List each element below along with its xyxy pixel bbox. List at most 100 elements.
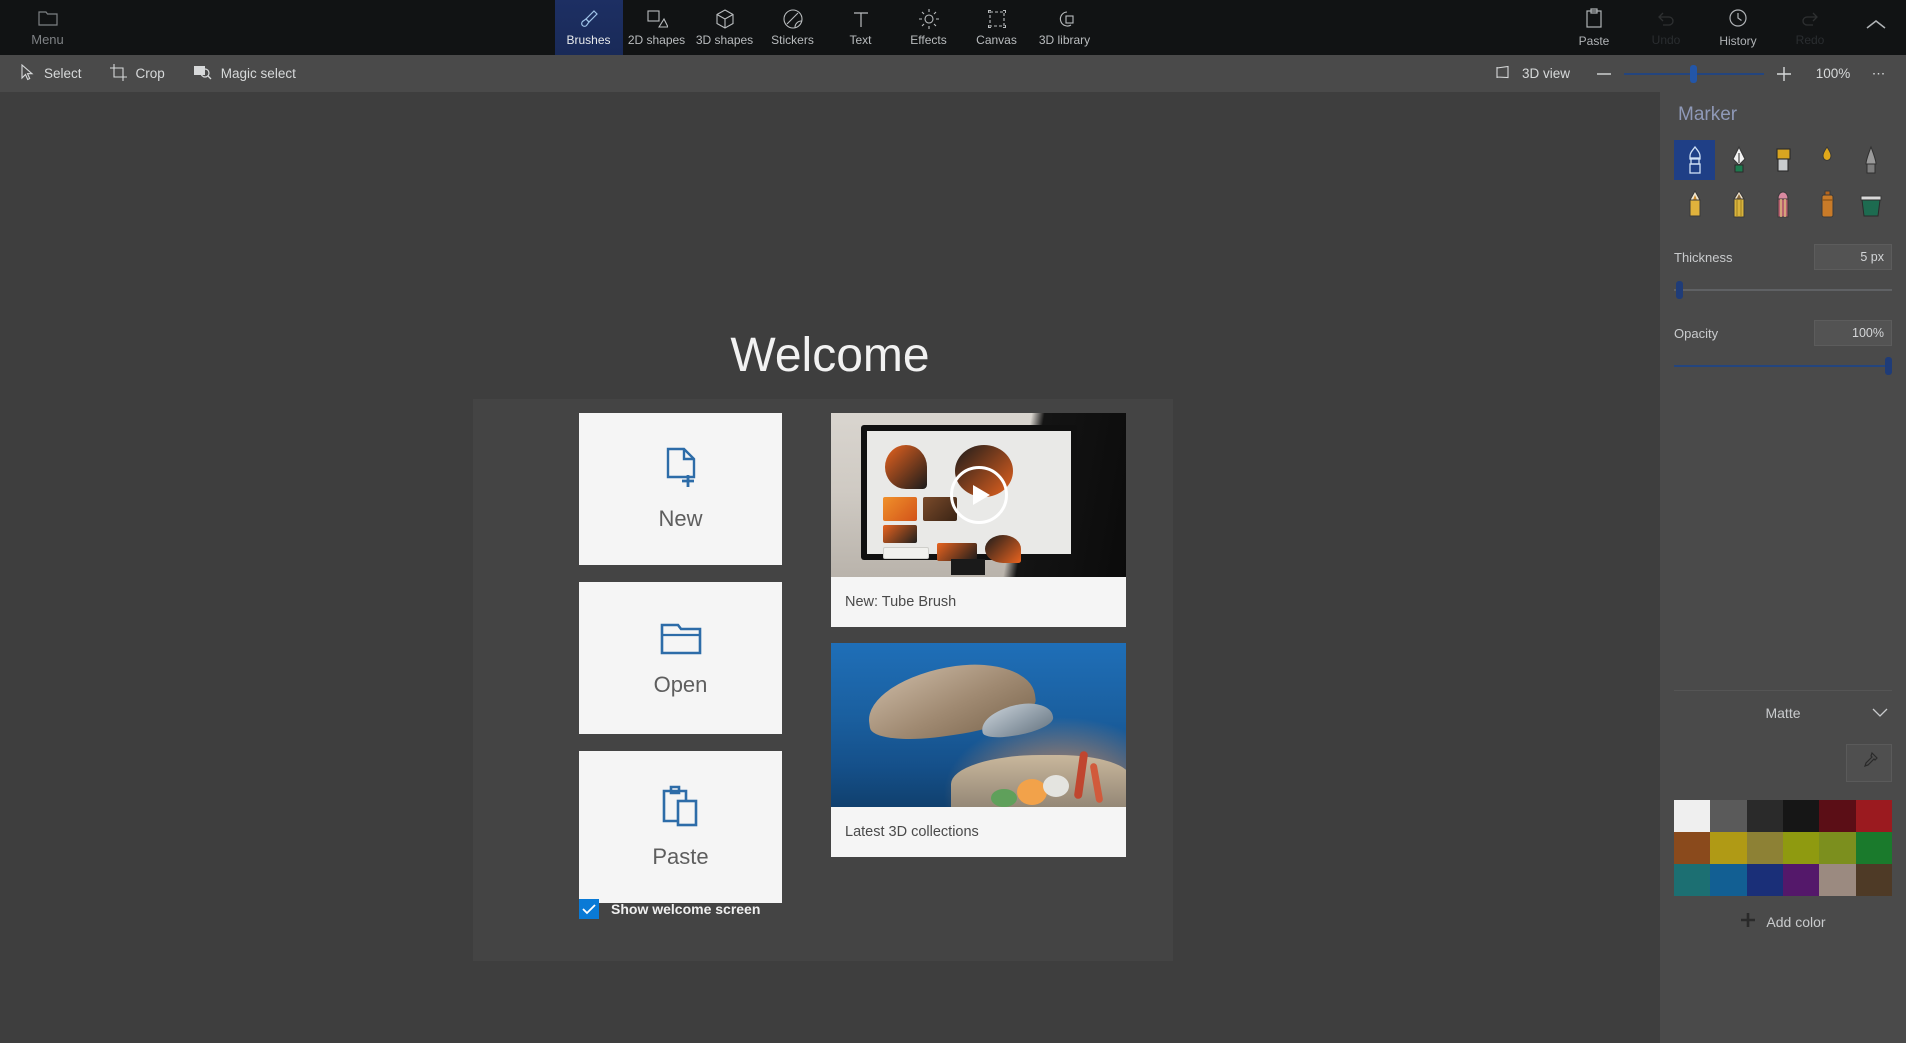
undo-button[interactable]: Undo (1630, 0, 1702, 55)
thickness-value[interactable]: 5 px (1814, 244, 1892, 270)
color-palette (1674, 800, 1892, 896)
brush-pencil[interactable] (1718, 184, 1759, 224)
paste-button[interactable]: Paste (1558, 0, 1630, 55)
menu-label: Menu (31, 31, 64, 47)
zoom-level-value: 100% (1815, 66, 1851, 81)
brush-crayon[interactable] (1762, 184, 1803, 224)
swatch[interactable] (1674, 800, 1711, 832)
thickness-slider-knob[interactable] (1676, 281, 1683, 299)
swatch[interactable] (1819, 800, 1856, 832)
crop-tool-button[interactable]: Crop (96, 55, 179, 92)
tab-3d-library[interactable]: 3D library (1031, 0, 1099, 55)
open-folder-icon (659, 619, 703, 662)
swatch[interactable] (1674, 832, 1711, 864)
paste-icon (1585, 7, 1603, 31)
tab-canvas-label: Canvas (976, 33, 1017, 47)
opacity-value[interactable]: 100% (1814, 320, 1892, 346)
tab-3d-shapes[interactable]: 3D shapes (691, 0, 759, 55)
new-button[interactable]: New (579, 413, 782, 565)
opacity-slider[interactable] (1674, 356, 1892, 376)
swatch[interactable] (1855, 864, 1892, 896)
swatch[interactable] (1674, 864, 1711, 896)
ellipsis-icon[interactable]: ⋯ (1862, 66, 1896, 82)
brush-oil[interactable] (1807, 140, 1848, 180)
coral-4 (1043, 775, 1069, 797)
paste-welcome-label: Paste (652, 843, 709, 869)
swatch[interactable] (1710, 832, 1747, 864)
history-icon (1728, 8, 1748, 31)
magic-select-button[interactable]: Magic select (179, 55, 310, 92)
checkmark-icon (579, 899, 599, 919)
swatch[interactable] (1819, 864, 1856, 896)
swatch[interactable] (1819, 832, 1856, 864)
3d-collections-card[interactable]: Latest 3D collections (831, 643, 1126, 857)
calligraphy-pen-icon (1732, 145, 1746, 173)
opacity-slider-knob[interactable] (1885, 357, 1892, 375)
swatch[interactable] (1855, 832, 1892, 864)
select-tool-label: Select (44, 66, 82, 81)
brush-watercolor[interactable] (1851, 140, 1892, 180)
history-button[interactable]: History (1702, 0, 1774, 55)
zoom-in-button[interactable] (1764, 57, 1804, 91)
panel-title: Marker (1678, 104, 1738, 125)
stickers-icon (782, 8, 804, 30)
tab-text[interactable]: Text (827, 0, 895, 55)
show-welcome-screen-checkbox[interactable]: Show welcome screen (579, 899, 760, 919)
tab-effects[interactable]: Effects (895, 0, 963, 55)
tab-brushes[interactable]: Brushes (554, 0, 623, 55)
tab-canvas[interactable]: Canvas (963, 0, 1031, 55)
swatch[interactable] (1710, 864, 1747, 896)
select-tool-button[interactable]: Select (6, 55, 96, 92)
zoom-slider-knob[interactable] (1690, 64, 1697, 83)
swatch[interactable] (1746, 800, 1783, 832)
swatch[interactable] (1782, 832, 1820, 864)
folder-icon (37, 9, 58, 29)
swatch[interactable] (1746, 832, 1783, 864)
redo-button[interactable]: Redo (1774, 0, 1846, 55)
play-icon[interactable] (949, 466, 1008, 524)
eyedropper-button[interactable] (1846, 744, 1892, 782)
welcome-dialog: New Open Paste Show welcome screen New: … (473, 399, 1173, 961)
brush-pixel-pen[interactable] (1674, 184, 1715, 224)
brush-marker[interactable] (1674, 140, 1716, 180)
swatch[interactable] (1782, 800, 1820, 832)
3d-view-label: 3D view (1521, 66, 1570, 81)
add-color-button[interactable]: Add color (1660, 912, 1906, 931)
crop-icon (109, 63, 127, 84)
tube-brush-thumbnail (831, 413, 1126, 577)
3d-collections-thumbnail (831, 643, 1126, 807)
paste-welcome-button[interactable]: Paste (579, 751, 782, 903)
magic-select-icon (193, 64, 212, 83)
canvas-workspace[interactable]: Welcome New Open Paste Show welcome scre… (0, 92, 1660, 1043)
brush-calligraphy-brush[interactable] (1762, 140, 1803, 180)
open-button[interactable]: Open (579, 582, 782, 734)
brush-fill-bucket[interactable] (1851, 184, 1892, 224)
history-label: History (1719, 33, 1757, 48)
opacity-slider-fill (1674, 365, 1892, 367)
zoom-slider[interactable] (1624, 57, 1764, 91)
material-dropdown[interactable]: Matte (1674, 690, 1892, 734)
brush-spray-can[interactable] (1807, 184, 1848, 224)
paste-clipboard-icon (660, 785, 702, 834)
tab-stickers[interactable]: Stickers (759, 0, 827, 55)
swatch[interactable] (1782, 864, 1820, 896)
3d-view-button[interactable]: 3D view (1481, 55, 1584, 92)
swatch[interactable] (1710, 800, 1747, 832)
menu-button[interactable]: Menu (0, 0, 95, 55)
effects-icon (918, 8, 940, 30)
swatch[interactable] (1855, 800, 1892, 832)
tab-2d-shapes[interactable]: 2D shapes (623, 0, 691, 55)
zoom-controls: 100% ⋯ (1584, 57, 1896, 91)
zoom-out-button[interactable] (1584, 57, 1624, 91)
fill-bucket-icon (1860, 195, 1882, 217)
redo-icon (1800, 9, 1820, 30)
collapse-ribbon-button[interactable] (1846, 0, 1906, 55)
swatch[interactable] (1746, 864, 1783, 896)
paste-label: Paste (1578, 33, 1610, 48)
thickness-slider[interactable] (1674, 280, 1892, 300)
welcome-media-cards: New: Tube Brush Latest 3D collections (831, 413, 1126, 873)
tube-brush-video-card[interactable]: New: Tube Brush (831, 413, 1126, 627)
3d-collections-caption: Latest 3D collections (845, 824, 979, 840)
tab-effects-label: Effects (910, 33, 947, 47)
brush-calligraphy-pen[interactable] (1718, 140, 1759, 180)
